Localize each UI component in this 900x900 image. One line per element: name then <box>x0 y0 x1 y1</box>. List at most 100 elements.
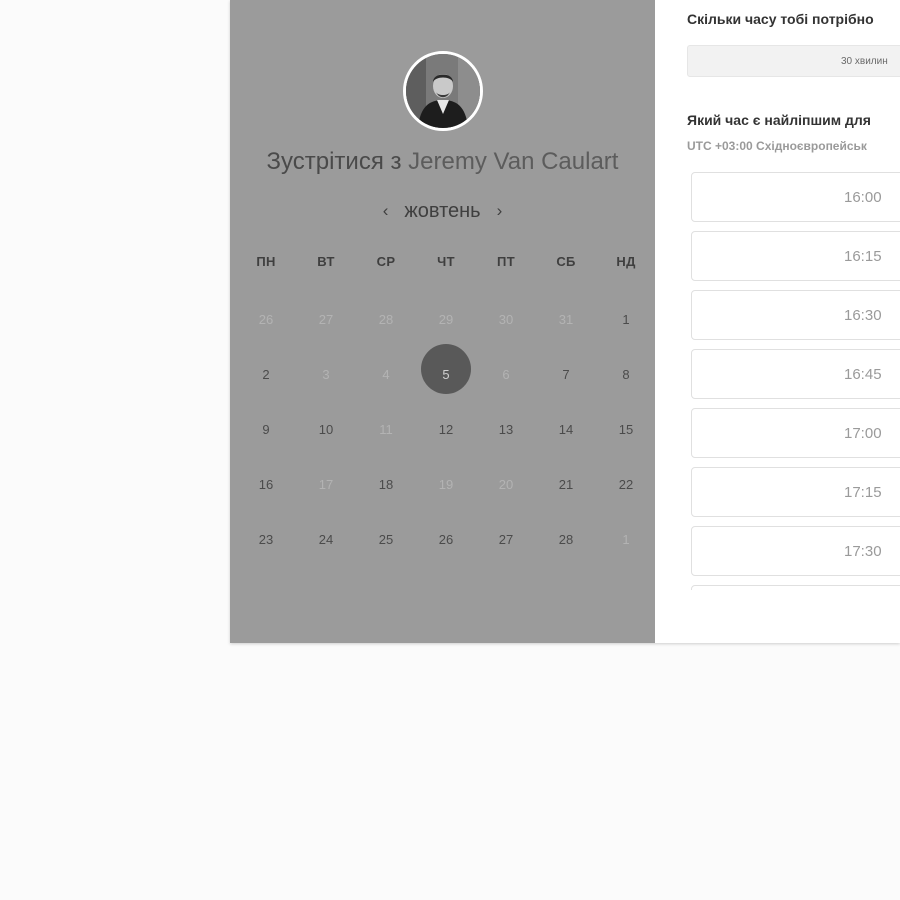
chevron-left-icon[interactable]: ‹ <box>381 201 391 221</box>
time-slot-label: 17:00 <box>844 425 882 442</box>
calendar-day-number: 19 <box>438 477 454 492</box>
calendar-day-number: 1 <box>622 312 630 327</box>
time-slot-label: 16:15 <box>844 248 882 265</box>
calendar-day[interactable]: 7 <box>536 345 596 400</box>
calendar-day-number: 14 <box>558 422 574 437</box>
duration-select[interactable]: 30 хвилин <box>687 45 900 77</box>
calendar-day-number: 6 <box>502 367 510 382</box>
time-panel: Скільки часу тобі потрібно 30 хвилин Яки… <box>655 0 900 643</box>
calendar-panel: Зустрітися з Jeremy Van Caulart ‹ жовтен… <box>230 0 655 643</box>
time-slot-button[interactable] <box>691 585 900 590</box>
calendar-day[interactable]: 12 <box>416 400 476 455</box>
calendar-day: 11 <box>356 400 416 455</box>
calendar-day[interactable]: 28 <box>536 510 596 565</box>
timezone-label[interactable]: UTC +03:00 Східноєвропейськ <box>687 139 867 153</box>
time-slot-label: 16:00 <box>844 189 882 206</box>
time-slot-button[interactable]: 16:45 <box>691 349 900 399</box>
time-slot-button[interactable]: 17:30 <box>691 526 900 576</box>
calendar-day[interactable]: 1 <box>596 290 656 345</box>
calendar-day-number: 21 <box>558 477 574 492</box>
calendar-day-number: 8 <box>622 367 630 382</box>
weekday-label: вт <box>317 254 335 269</box>
calendar-day-number: 26 <box>438 532 454 547</box>
calendar-day-number: 30 <box>498 312 514 327</box>
calendar-day-number: 24 <box>318 532 334 547</box>
calendar-day-number: 22 <box>618 477 634 492</box>
time-slot-label: 16:45 <box>844 366 882 383</box>
meeting-title: Зустрітися з Jeremy Van Caulart <box>230 148 655 176</box>
calendar-day: 26 <box>236 290 296 345</box>
month-label: жовтень <box>404 199 481 222</box>
time-slot-button[interactable]: 16:15 <box>691 231 900 281</box>
calendar-day: 30 <box>476 290 536 345</box>
calendar-day: 27 <box>296 290 356 345</box>
time-slot-button[interactable]: 17:00 <box>691 408 900 458</box>
calendar-day-number: 7 <box>562 367 570 382</box>
calendar-day-number: 31 <box>558 312 574 327</box>
title-prefix: Зустрітися з <box>266 148 402 175</box>
calendar-day[interactable]: 24 <box>296 510 356 565</box>
calendar-day[interactable]: 9 <box>236 400 296 455</box>
calendar-day[interactable]: 16 <box>236 455 296 510</box>
calendar-day-number: 28 <box>558 532 574 547</box>
calendar-day[interactable]: 14 <box>536 400 596 455</box>
calendar-day-number: 5 <box>442 367 450 382</box>
calendar-day-number: 27 <box>498 532 514 547</box>
calendar-day: 28 <box>356 290 416 345</box>
calendar-day: 29 <box>416 290 476 345</box>
time-slot-button[interactable]: 16:30 <box>691 290 900 340</box>
calendar-day-number: 2 <box>262 367 270 382</box>
weekday-label: чт <box>437 254 455 269</box>
calendar-day-number: 13 <box>498 422 514 437</box>
avatar <box>403 51 483 131</box>
weekday-label: нд <box>616 254 636 269</box>
calendar-day[interactable]: 26 <box>416 510 476 565</box>
calendar-day-number: 16 <box>258 477 274 492</box>
time-slot-button[interactable]: 16:00 <box>691 172 900 222</box>
calendar-day[interactable]: 2 <box>236 345 296 400</box>
host-name: Jeremy Van Caulart <box>408 148 619 175</box>
calendar-day: 1 <box>596 510 656 565</box>
calendar-day[interactable]: 10 <box>296 400 356 455</box>
time-question: Який час є найліпшим для <box>687 112 871 128</box>
time-slot-label: 16:30 <box>844 307 882 324</box>
calendar-day-number: 28 <box>378 312 394 327</box>
calendar-day[interactable]: 21 <box>536 455 596 510</box>
calendar-day[interactable]: 13 <box>476 400 536 455</box>
time-slot-label: 17:30 <box>844 543 882 560</box>
calendar-day: 4 <box>356 345 416 400</box>
calendar-day[interactable]: 23 <box>236 510 296 565</box>
calendar-day: 19 <box>416 455 476 510</box>
duration-value: 30 хвилин <box>841 56 888 67</box>
calendar-day: 3 <box>296 345 356 400</box>
booking-card: Зустрітися з Jeremy Van Caulart ‹ жовтен… <box>230 0 900 643</box>
calendar-day[interactable]: 25 <box>356 510 416 565</box>
calendar-day-selected[interactable]: 5 <box>416 344 476 400</box>
calendar-day-number: 23 <box>258 532 274 547</box>
calendar-day-number: 15 <box>618 422 634 437</box>
time-slot-list: 16:00 16:15 16:30 16:45 17:00 17:15 17:30 <box>691 172 900 590</box>
calendar-day: 20 <box>476 455 536 510</box>
calendar-day[interactable]: 8 <box>596 345 656 400</box>
calendar-day-number: 3 <box>322 367 330 382</box>
calendar-grid: 26 27 28 29 30 31 1 2 3 4 5 6 7 8 9 10 11 12 13 14 15 16 17 18 1… <box>236 290 656 565</box>
calendar-day[interactable]: 27 <box>476 510 536 565</box>
calendar-day-number: 10 <box>318 422 334 437</box>
calendar-day: 31 <box>536 290 596 345</box>
time-slot-button[interactable]: 17:15 <box>691 467 900 517</box>
calendar-day-number: 4 <box>382 367 390 382</box>
month-navigation: ‹ жовтень › <box>230 197 655 225</box>
calendar-day-number: 11 <box>379 422 393 437</box>
calendar-day-number: 25 <box>378 532 394 547</box>
calendar-day[interactable]: 15 <box>596 400 656 455</box>
calendar-day: 6 <box>476 345 536 400</box>
weekday-header: пн вт ср чт пт сб нд <box>236 254 656 274</box>
calendar-day-number: 18 <box>378 477 394 492</box>
time-slot-label: 17:15 <box>844 484 882 501</box>
calendar-day[interactable]: 18 <box>356 455 416 510</box>
calendar-day-number: 27 <box>318 312 334 327</box>
calendar-day-number: 26 <box>258 312 274 327</box>
calendar-day[interactable]: 22 <box>596 455 656 510</box>
calendar-day-number: 1 <box>622 532 630 547</box>
chevron-right-icon[interactable]: › <box>495 201 505 221</box>
